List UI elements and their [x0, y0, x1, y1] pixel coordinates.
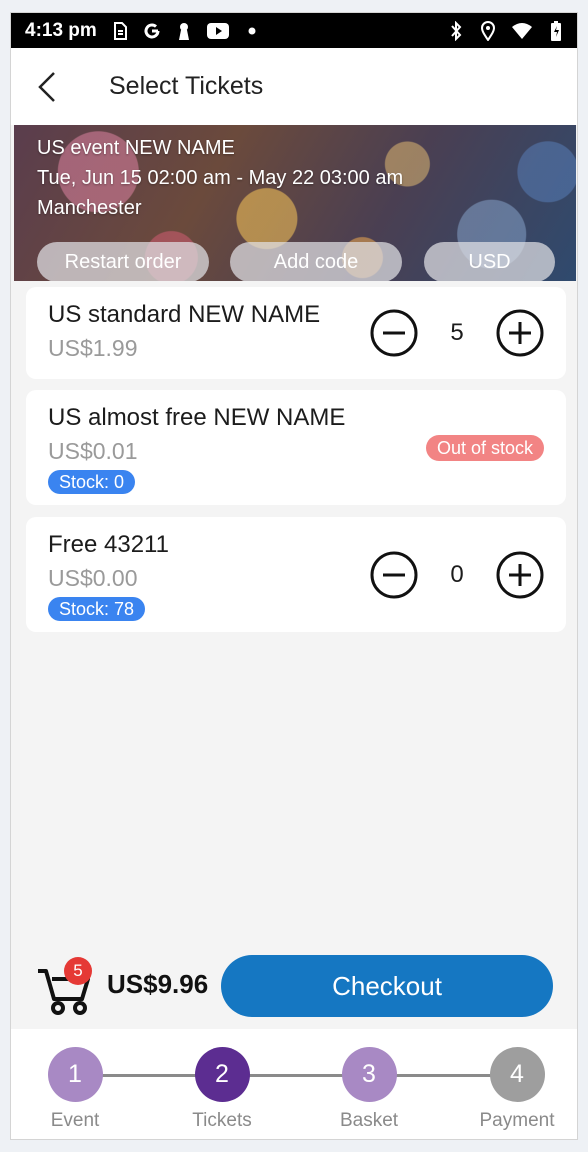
- ticket-name: US standard NEW NAME: [48, 301, 321, 328]
- restart-order-button[interactable]: Restart order: [37, 242, 209, 281]
- ticket-price: US$0.00: [48, 565, 138, 591]
- decrease-button[interactable]: [368, 549, 420, 601]
- quantity-value: 0: [450, 561, 464, 588]
- back-arrow-icon: [38, 71, 55, 102]
- step-tickets[interactable]: 2 Tickets: [172, 1047, 272, 1132]
- step-label: Basket: [339, 1110, 399, 1131]
- quantity-stepper: 0: [368, 549, 546, 601]
- plus-circle-icon: [496, 309, 544, 357]
- stock-badge: Stock: 0: [48, 470, 136, 494]
- event-info: US event NEW NAME Tue, Jun 15 02:00 am -…: [37, 133, 403, 223]
- minus-circle-icon: [370, 551, 418, 599]
- increase-button[interactable]: [494, 549, 546, 601]
- event-banner: US event NEW NAME Tue, Jun 15 02:00 am -…: [14, 125, 576, 281]
- step-payment[interactable]: 4 Payment: [467, 1047, 567, 1132]
- ticket-name: Free 43211: [48, 531, 169, 558]
- stock-badge: Stock: 78: [48, 597, 146, 621]
- step-label: Payment: [479, 1110, 555, 1131]
- ticket-price: US$0.01: [48, 438, 138, 464]
- status-bar: 4:13 pm: [11, 13, 577, 48]
- ticket-card: Free 43211 US$0.00 Stock: 78 0: [26, 517, 566, 632]
- keyhole-icon: [175, 21, 193, 41]
- decrease-button[interactable]: [368, 307, 420, 359]
- add-code-button[interactable]: Add code: [230, 242, 402, 281]
- youtube-icon: [206, 21, 229, 41]
- increase-button[interactable]: [494, 307, 546, 359]
- back-button[interactable]: [11, 48, 87, 125]
- location-icon: [479, 20, 497, 41]
- ticket-name: US almost free NEW NAME: [48, 404, 346, 431]
- step-number: 1: [47, 1047, 103, 1102]
- checkout-button[interactable]: Checkout: [221, 955, 553, 1017]
- currency-button[interactable]: USD: [424, 242, 555, 281]
- battery-icon: [547, 20, 565, 41]
- ticket-card: US almost free NEW NAME US$0.01 Stock: 0…: [26, 390, 566, 505]
- minus-circle-icon: [370, 309, 418, 357]
- step-number: 3: [341, 1047, 397, 1102]
- ticket-card: US standard NEW NAME US$1.99 5: [26, 287, 566, 379]
- quantity-value: 5: [450, 319, 464, 346]
- app-bar: Select Tickets: [11, 48, 577, 125]
- step-event[interactable]: 1 Event: [25, 1047, 125, 1132]
- ticket-price: US$1.99: [48, 335, 138, 361]
- bluetooth-icon: [447, 20, 465, 41]
- event-name: US event NEW NAME: [37, 137, 235, 159]
- cart-count-badge: 5: [64, 957, 92, 985]
- step-number: 2: [194, 1047, 250, 1102]
- google-icon: [143, 21, 161, 41]
- step-label: Tickets: [192, 1110, 252, 1131]
- step-label: Event: [50, 1110, 100, 1131]
- status-time: 4:13 pm: [25, 19, 97, 41]
- page-title: Select Tickets: [109, 72, 264, 100]
- plus-circle-icon: [496, 551, 544, 599]
- step-number: 4: [489, 1047, 545, 1102]
- progress-steps: 1 Event 2 Tickets 3 Basket 4 Payment: [11, 1029, 577, 1139]
- cart-button[interactable]: 5: [36, 957, 96, 1015]
- sim-icon: [111, 21, 129, 41]
- step-basket[interactable]: 3 Basket: [319, 1047, 419, 1132]
- quantity-stepper: 5: [368, 307, 546, 359]
- order-total: US$9.96: [107, 969, 209, 999]
- dot-icon: [243, 21, 261, 41]
- out-of-stock-badge: Out of stock: [425, 435, 544, 461]
- steps-connector: [75, 1074, 517, 1077]
- wifi-icon: [511, 21, 533, 41]
- event-dates: Tue, Jun 15 02:00 am - May 22 03:00 am: [37, 167, 404, 189]
- event-location: Manchester: [37, 197, 142, 219]
- app-frame: 4:13 pm Select Tickets US event NEW NAME…: [10, 12, 578, 1140]
